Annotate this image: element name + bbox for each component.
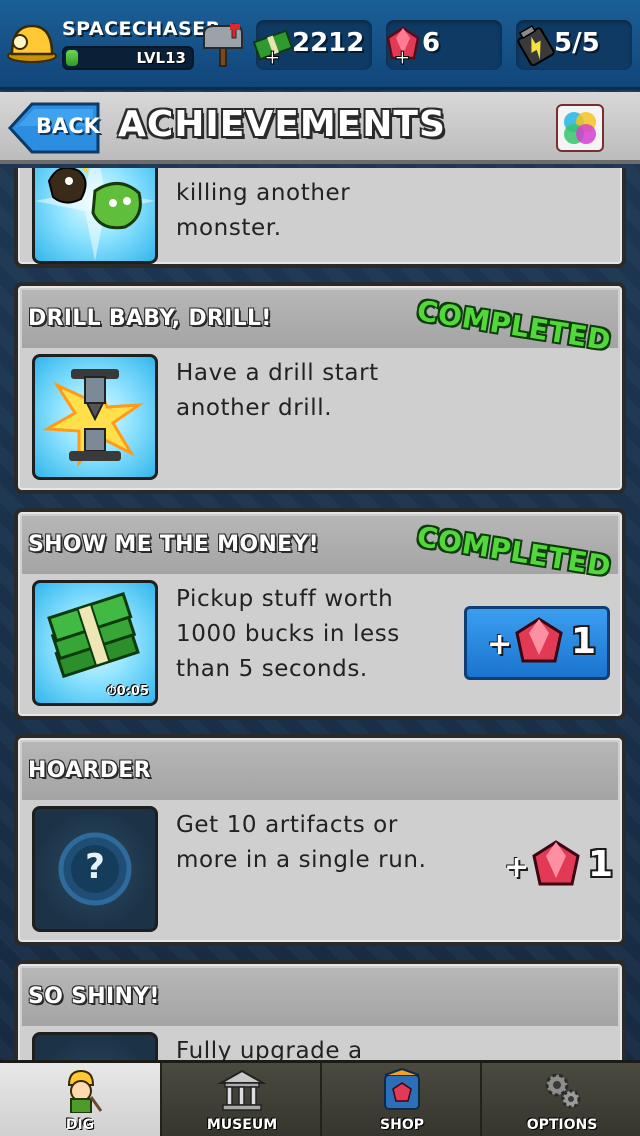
- description-line: more in a single run.: [176, 847, 427, 873]
- game-center-button[interactable]: [556, 104, 604, 152]
- bottom-navigation: DIG MUSEUM SHOP OPTIONS: [0, 1060, 640, 1136]
- reward-plus: +: [487, 627, 513, 662]
- gears-icon: [545, 1073, 581, 1109]
- page-header: BACK ACHIEVEMENTS: [0, 92, 640, 164]
- monster-fight-icon: [35, 168, 155, 261]
- miner-helmet-icon[interactable]: [6, 18, 58, 64]
- achievement-card: SO SHINY! Fully upgrade a: [14, 960, 626, 1060]
- achievement-card: HOARDER ? Get 10 artifacts or more in a …: [14, 734, 626, 946]
- miner-icon: [67, 1069, 103, 1113]
- cash-counter[interactable]: + 2212: [252, 20, 372, 70]
- description-line: another drill.: [176, 395, 333, 421]
- description-line: monster.: [176, 215, 282, 241]
- xp-progress-fill: [66, 50, 79, 66]
- svg-text:+: +: [264, 45, 281, 66]
- card-header: HOARDER: [22, 742, 618, 800]
- description-line: killing another: [176, 180, 351, 206]
- achievement-description: killing another monster.: [176, 176, 350, 246]
- card-header: DRILL BABY, DRILL! COMPLETED: [22, 290, 618, 357]
- energy-counter[interactable]: 5/5: [516, 20, 632, 70]
- card-header: SHOW ME THE MONEY! COMPLETED: [22, 516, 618, 583]
- nav-tab-museum[interactable]: MUSEUM: [160, 1063, 320, 1136]
- achievement-list[interactable]: killing another monster. DRILL BABY, DRI…: [0, 168, 640, 1060]
- nav-label: MUSEUM: [206, 1117, 278, 1133]
- back-button[interactable]: BACK: [6, 100, 102, 156]
- achievement-title: SO SHINY!: [28, 984, 160, 1009]
- achievement-card: SHOW ME THE MONEY! COMPLETED ⏱0:05 Picku…: [14, 508, 626, 720]
- reward-plus: +: [504, 850, 530, 885]
- achievement-card: DRILL BABY, DRILL! COMPLETED Have a dril…: [14, 282, 626, 494]
- mailbox-icon[interactable]: [200, 22, 246, 68]
- nav-label: SHOP: [380, 1117, 424, 1133]
- player-level: LVL13: [136, 49, 186, 67]
- description-line: Fully upgrade a: [176, 1038, 363, 1060]
- achievement-description: Fully upgrade a: [176, 1034, 363, 1060]
- gem-icon: [515, 617, 563, 663]
- museum-icon: [217, 1069, 267, 1111]
- game-center-icon: [564, 112, 596, 144]
- back-label: BACK: [36, 114, 100, 138]
- shop-icon: [384, 1067, 420, 1110]
- achievement-title: SHOW ME THE MONEY!: [28, 532, 319, 557]
- achievement-thumbnail: [32, 168, 158, 264]
- player-name: SPACECHASER: [62, 18, 221, 40]
- achievement-description: Have a drill start another drill.: [176, 356, 379, 426]
- energy-value: 5/5: [554, 28, 600, 58]
- achievement-card: killing another monster.: [14, 168, 626, 268]
- description-line: Get 10 artifacts or: [176, 812, 398, 838]
- drill-icon: [41, 369, 145, 468]
- claim-reward-button[interactable]: + 1: [464, 606, 610, 680]
- completed-badge: COMPLETED: [415, 294, 614, 358]
- achievement-title: HOARDER: [28, 758, 151, 783]
- gem-icon: [532, 840, 580, 886]
- energy-battery-icon: [517, 24, 555, 66]
- page-title: ACHIEVEMENTS: [118, 104, 446, 145]
- reward-amount: 1: [588, 844, 614, 885]
- gems-counter[interactable]: + 6: [386, 20, 502, 70]
- reward-amount: 1: [571, 621, 597, 662]
- cash-plus-icon: +: [252, 29, 294, 66]
- nav-tab-options[interactable]: OPTIONS: [480, 1063, 640, 1136]
- card-header: SO SHINY!: [22, 968, 618, 1026]
- gems-value: 6: [422, 28, 441, 58]
- description-line: than 5 seconds.: [176, 656, 368, 682]
- gem-plus-icon: +: [386, 26, 420, 66]
- status-bar: SPACECHASER LVL13 + 2212 + 6 5/5: [0, 0, 640, 90]
- achievement-thumbnail: ⏱0:05: [32, 580, 158, 706]
- timer-value: 0:05: [116, 684, 149, 699]
- description-line: Have a drill start: [176, 360, 379, 386]
- achievement-thumbnail: [32, 354, 158, 480]
- nav-label: DIG: [65, 1117, 95, 1133]
- description-line: Pickup stuff worth: [176, 586, 394, 612]
- locked-question-mark: ?: [85, 847, 105, 887]
- achievement-description: Get 10 artifacts or more in a single run…: [176, 808, 427, 878]
- achievement-description: Pickup stuff worth 1000 bucks in less th…: [176, 582, 400, 687]
- description-line: 1000 bucks in less: [176, 621, 400, 647]
- nav-label: OPTIONS: [526, 1117, 598, 1133]
- reward-preview: + 1: [484, 832, 614, 906]
- timer-label: ⏱0:05: [106, 684, 149, 699]
- achievement-title: DRILL BABY, DRILL!: [28, 306, 272, 331]
- nav-tab-shop[interactable]: SHOP: [320, 1063, 480, 1136]
- nav-tab-dig[interactable]: DIG: [0, 1063, 160, 1136]
- completed-badge: COMPLETED: [415, 520, 614, 584]
- xp-progress-bar: LVL13: [62, 46, 194, 70]
- svg-text:+: +: [394, 45, 411, 66]
- achievement-thumbnail-locked: [32, 1032, 158, 1060]
- cash-value: 2212: [292, 28, 365, 58]
- achievement-thumbnail-locked: ?: [32, 806, 158, 932]
